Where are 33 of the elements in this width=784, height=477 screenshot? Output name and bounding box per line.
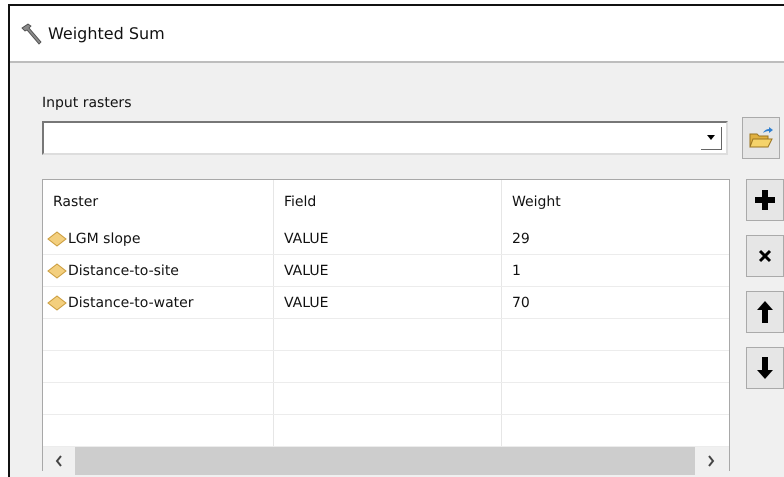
scroll-right-icon[interactable] — [707, 455, 715, 467]
move-up-button[interactable] — [746, 291, 784, 333]
column-header[interactable]: Field — [274, 180, 502, 223]
table-cell: VALUE — [284, 262, 328, 278]
close-icon — [758, 249, 772, 263]
move-down-button[interactable] — [746, 347, 784, 389]
table-cell: VALUE — [284, 294, 328, 310]
table-cell: Distance-to-water — [68, 294, 194, 310]
table-cell: Distance-to-site — [68, 262, 179, 278]
plus-icon — [755, 190, 775, 210]
table-cell: 29 — [512, 230, 530, 246]
raster-layer-icon — [47, 294, 67, 310]
scrollbar-thumb[interactable] — [75, 447, 695, 475]
table-cell: VALUE — [284, 230, 328, 246]
column-header[interactable]: Raster — [43, 180, 274, 223]
raster-layer-icon — [47, 262, 67, 278]
raster-layer-icon — [47, 230, 67, 246]
hammer-icon — [20, 22, 44, 44]
table-cell: 1 — [512, 262, 521, 278]
input-rasters-dropdown[interactable] — [42, 121, 728, 155]
scroll-left-icon[interactable] — [55, 455, 63, 467]
browse-folder-button[interactable] — [742, 117, 780, 159]
remove-button[interactable] — [746, 235, 784, 277]
folder-icon — [748, 126, 774, 150]
window-title: Weighted Sum — [48, 24, 165, 43]
field-label: Input rasters — [42, 95, 132, 111]
up-arrow-icon — [757, 301, 773, 323]
down-arrow-icon — [757, 357, 773, 379]
column-header[interactable]: Weight — [502, 180, 729, 223]
dropdown-arrow-icon[interactable] — [701, 126, 722, 150]
table-cell: 70 — [512, 294, 530, 310]
table-cell: LGM slope — [68, 230, 140, 246]
add-button[interactable] — [746, 179, 784, 221]
